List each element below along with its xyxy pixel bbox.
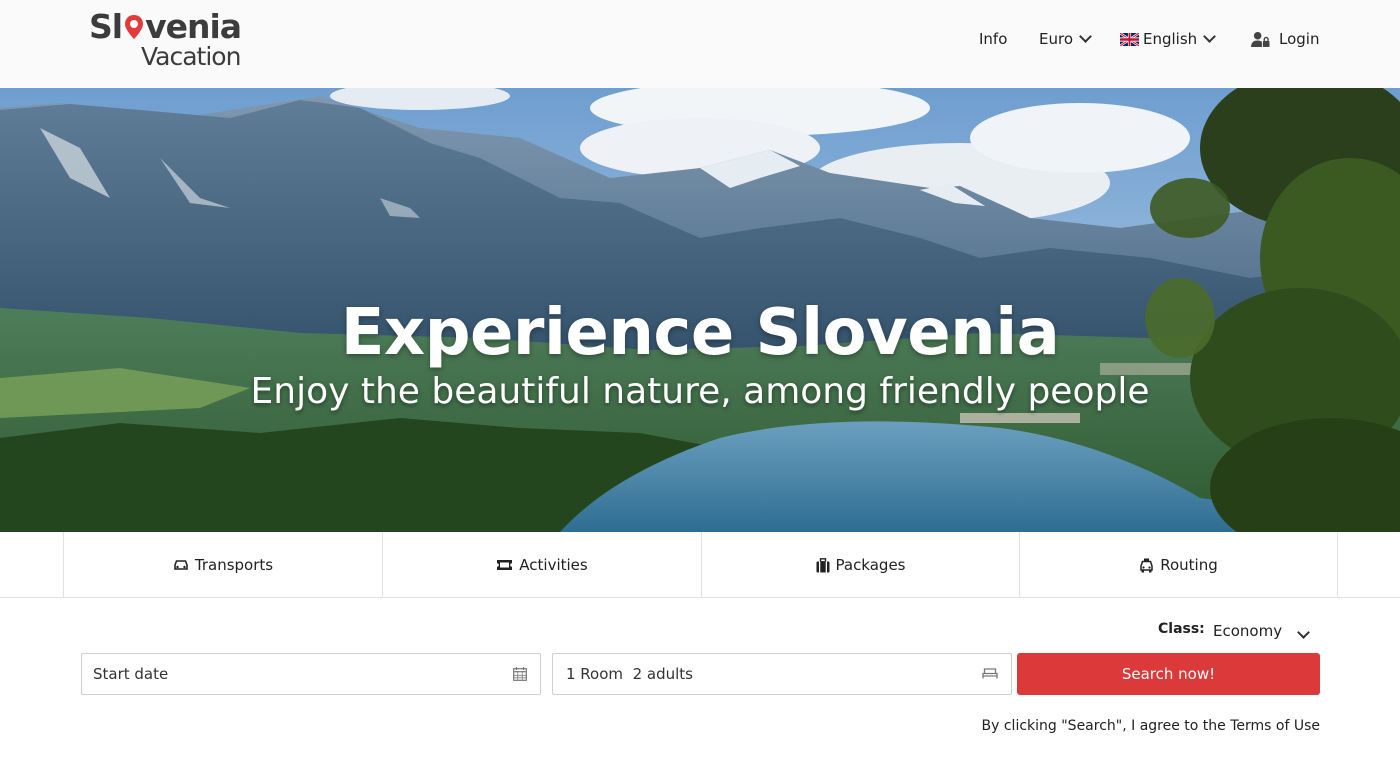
start-date-field[interactable] (81, 653, 541, 695)
language-label: English (1143, 30, 1198, 48)
taxi-icon (1140, 558, 1153, 572)
hero-banner: Experience Slovenia Enjoy the beautiful … (0, 88, 1400, 532)
hero-title: Experience Slovenia (340, 296, 1060, 370)
uk-flag-icon (1120, 32, 1139, 46)
service-tabs: Transports Activities Packages Routing (0, 532, 1400, 598)
nav-info-label: Info (979, 30, 1008, 48)
class-value: Economy (1213, 622, 1283, 640)
logo-wordmark: Sl venia (89, 7, 242, 46)
tab-routing-label: Routing (1160, 556, 1218, 574)
tab-packages-label: Packages (835, 556, 906, 574)
tab-routing[interactable]: Routing (1019, 532, 1338, 598)
search-button[interactable]: Search now! (1017, 653, 1320, 695)
rooms-guests-value: 1 Room 2 adults (566, 665, 693, 683)
start-date-input[interactable] (82, 654, 540, 694)
language-dropdown[interactable]: English (1120, 28, 1217, 50)
luggage-icon (816, 557, 829, 572)
site-logo[interactable]: Sl venia Vacation (89, 8, 259, 72)
class-select[interactable]: Economy (1213, 619, 1313, 643)
currency-label: Euro (1039, 30, 1073, 48)
tab-transports[interactable]: Transports (63, 532, 382, 598)
logo-tagline: Vacation (141, 42, 241, 71)
chevron-down-icon (1203, 30, 1217, 43)
chevron-down-icon (1297, 626, 1310, 639)
class-label: Class: (1158, 621, 1205, 637)
tab-transports-label: Transports (194, 556, 274, 574)
hero-subtitle: Enjoy the beautiful nature, among friend… (250, 371, 1150, 412)
tab-activities-label: Activities (519, 556, 588, 574)
tab-activities[interactable]: Activities (382, 532, 701, 598)
bed-icon (982, 668, 998, 679)
calendar-icon (513, 667, 527, 681)
user-lock-icon (1251, 31, 1270, 47)
tab-packages[interactable]: Packages (701, 532, 1019, 598)
currency-dropdown[interactable]: Euro (1039, 28, 1092, 50)
terms-notice: By clicking "Search", I agree to the Ter… (981, 718, 1320, 734)
login-link[interactable]: Login (1251, 28, 1319, 50)
chevron-down-icon (1079, 30, 1092, 43)
login-label: Login (1279, 30, 1320, 48)
map-pin-icon (123, 10, 145, 39)
nav-info-link[interactable]: Info (979, 28, 1007, 50)
rooms-guests-field[interactable]: 1 Room 2 adults (552, 653, 1012, 695)
ticket-icon (497, 560, 513, 570)
car-icon (174, 560, 188, 570)
site-header: Sl venia Vacation Info Euro English Login (0, 0, 1400, 88)
